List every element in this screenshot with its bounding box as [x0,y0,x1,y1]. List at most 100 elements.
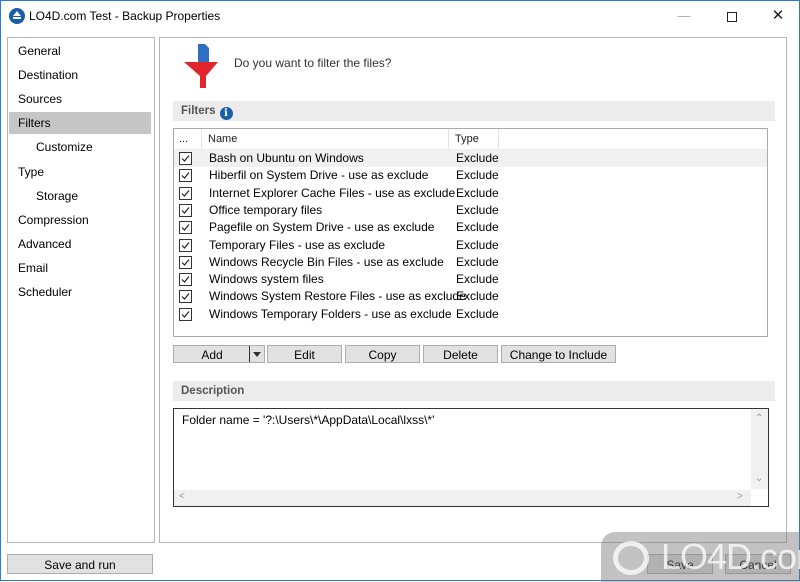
checkmark-icon [181,207,190,214]
filter-type: Exclude [456,237,499,252]
checkmark-icon [181,189,190,197]
column-header-type[interactable]: Type [449,129,499,149]
filters-section-header: Filters i [173,101,775,121]
filter-row[interactable]: Windows Recycle Bin Files - use as exclu… [174,254,767,271]
filter-name: Windows system files [209,272,324,287]
filter-name: Windows System Restore Files - use as ex… [209,289,466,304]
description-text: Folder name = '?:\Users\*\AppData\Local\… [182,413,435,427]
filter-type: Exclude [456,254,499,269]
settings-nav: General Destination Sources Filters Cust… [7,37,155,543]
filter-name: Office temporary files [209,202,323,217]
filter-row[interactable]: Bash on Ubuntu on Windows Exclude [174,150,767,167]
list-header: ... Name Type [174,129,767,150]
filter-checkbox[interactable] [179,169,192,183]
filter-checkbox[interactable] [179,255,192,269]
title-bar: LO4D.com Test - Backup Properties — ✕ [1,1,799,31]
filter-row[interactable]: Windows system files Exclude [174,271,767,288]
checkmark-icon [181,155,190,162]
vertical-scrollbar[interactable]: ⌃ ⌄ [751,409,768,489]
add-button-label: Add [201,348,223,362]
filter-name: Internet Explorer Cache Files - use as e… [209,185,456,200]
window-title: LO4D.com Test - Backup Properties [29,9,221,23]
close-button[interactable]: ✕ [755,1,800,31]
checkmark-icon [181,224,190,232]
scroll-left-icon[interactable]: < [179,491,185,502]
column-header-name[interactable]: Name [202,129,449,149]
checkmark-icon [181,241,190,249]
filter-row[interactable]: Pagefile on System Drive - use as exclud… [174,219,767,236]
filter-row[interactable]: Windows Temporary Folders - use as exclu… [174,306,767,323]
add-dropdown-arrow-icon[interactable] [249,346,264,362]
filter-name: Windows Temporary Folders - use as exclu… [209,306,452,321]
filter-type: Exclude [456,289,499,304]
filter-name: Pagefile on System Drive - use as exclud… [209,220,435,235]
checkmark-icon [181,172,190,180]
nav-item-customize[interactable]: Customize [9,136,151,158]
minimize-button[interactable]: — [661,1,707,31]
filter-checkbox[interactable] [179,203,192,217]
add-button[interactable]: Add [173,345,265,363]
info-icon[interactable]: i [219,107,233,120]
backup-properties-window: LO4D.com Test - Backup Properties — ✕ Ge… [0,0,800,582]
filters-list[interactable]: ... Name Type Bash on Ubuntu on Windows E… [173,128,768,337]
scroll-right-icon[interactable]: > [737,491,743,502]
column-header-check[interactable]: ... [174,129,202,149]
change-to-include-button[interactable]: Change to Include [501,345,616,363]
filters-panel: Do you want to filter the files? Filters… [159,37,787,543]
delete-button[interactable]: Delete [423,345,498,363]
edit-button[interactable]: Edit [267,345,342,363]
scroll-down-icon[interactable]: ⌄ [755,473,763,484]
filter-checkbox[interactable] [179,290,192,304]
filter-row[interactable]: Office temporary files Exclude [174,202,767,219]
filter-row[interactable]: Internet Explorer Cache Files - use as e… [174,185,767,202]
nav-item-sources[interactable]: Sources [9,88,151,110]
filter-type: Exclude [456,306,499,321]
nav-item-scheduler[interactable]: Scheduler [9,281,151,303]
filter-checkbox[interactable] [179,152,192,165]
scroll-up-icon[interactable]: ⌃ [755,413,763,424]
horizontal-scrollbar[interactable]: < > [174,490,751,506]
filter-type: Exclude [456,151,499,165]
filter-type: Exclude [456,202,499,217]
description-textbox[interactable]: Folder name = '?:\Users\*\AppData\Local\… [173,408,769,507]
nav-item-type[interactable]: Type [9,161,151,183]
filters-header-label: Filters [181,105,216,117]
filter-row[interactable]: Hiberfil on System Drive - use as exclud… [174,167,767,184]
app-eject-icon [9,8,25,24]
checkmark-icon [181,310,190,318]
maximize-button[interactable] [709,1,755,31]
filter-name: Windows Recycle Bin Files - use as exclu… [209,254,444,269]
filter-checkbox[interactable] [179,273,192,287]
description-section-header: Description [173,381,775,401]
filter-row[interactable]: Temporary Files - use as exclude Exclude [174,237,767,254]
filter-type: Exclude [456,168,499,183]
nav-item-email[interactable]: Email [9,257,151,279]
filter-name: Hiberfil on System Drive - use as exclud… [209,168,429,183]
filter-type: Exclude [456,272,499,287]
checkmark-icon [181,276,190,283]
filter-type: Exclude [456,220,499,235]
nav-item-storage[interactable]: Storage [9,185,151,207]
filter-checkbox[interactable] [179,221,192,235]
checkmark-icon [181,293,190,301]
save-and-run-button[interactable]: Save and run [7,554,153,574]
filter-checkbox[interactable] [179,186,192,200]
copy-button[interactable]: Copy [345,345,420,363]
checkmark-icon [181,258,190,266]
filter-checkbox[interactable] [179,238,192,252]
filter-name: Temporary Files - use as exclude [209,237,386,252]
watermark-logo-icon [613,541,649,575]
maximize-icon [727,11,737,22]
filter-question: Do you want to filter the files? [234,56,392,70]
nav-item-filters[interactable]: Filters [9,112,151,134]
nav-item-advanced[interactable]: Advanced [9,233,151,255]
nav-item-compression[interactable]: Compression [9,209,151,231]
filter-checkbox[interactable] [179,307,192,321]
filter-funnel-icon [184,44,218,88]
nav-item-general[interactable]: General [9,40,151,62]
watermark-text: LO4D.com [661,536,800,577]
nav-item-destination[interactable]: Destination [9,64,151,86]
filter-row[interactable]: Windows System Restore Files - use as ex… [174,288,767,305]
filter-type: Exclude [456,185,499,200]
filter-name: Bash on Ubuntu on Windows [209,151,364,165]
